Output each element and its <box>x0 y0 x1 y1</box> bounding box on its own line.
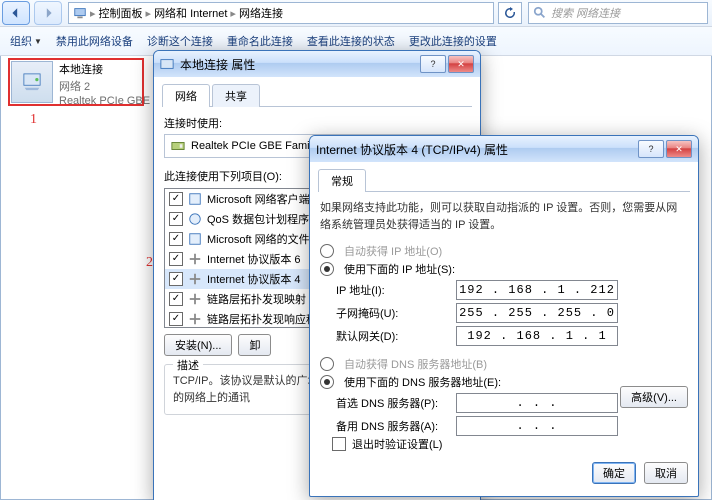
nav-forward-button[interactable] <box>34 1 62 25</box>
conn-title: 本地连接 <box>59 61 150 77</box>
ipv4-properties-window: Internet 协议版本 4 (TCP/IPv4) 属性 ? ✕ 常规 如果网… <box>309 135 699 497</box>
crumb-2[interactable]: 网络和 Internet <box>154 5 227 21</box>
ipv4-intro: 如果网络支持此功能，则可以获取自动指派的 IP 设置。否则，您需要从网络系统管理… <box>320 200 688 233</box>
nic-icon <box>171 139 185 153</box>
mask-label: 子网掩码(U): <box>336 305 456 321</box>
tb-organize[interactable]: 组织▼ <box>10 33 42 49</box>
breadcrumb[interactable]: ▸控制面板 ▸网络和 Internet ▸网络连接 <box>68 2 494 24</box>
ip-input[interactable]: 192 . 168 . 1 . 212 <box>456 280 618 300</box>
search-icon <box>533 6 547 20</box>
service-icon <box>188 232 202 246</box>
gw-label: 默认网关(D): <box>336 328 456 344</box>
connect-using-label: 连接时使用: <box>164 115 470 131</box>
gw-input[interactable]: 192 . 168 . 1 . 1 <box>456 326 618 346</box>
close-button[interactable]: ✕ <box>448 55 474 73</box>
protocol-icon <box>188 272 202 286</box>
protocol-icon <box>188 312 202 326</box>
conn-adapter: Realtek PCIe GBE <box>59 95 150 107</box>
uninstall-button[interactable]: 卸 <box>238 334 271 356</box>
desc-group-label: 描述 <box>173 357 203 373</box>
service-icon <box>188 212 202 226</box>
refresh-button[interactable] <box>498 2 522 24</box>
tb-disable[interactable]: 禁用此网络设备 <box>56 33 133 49</box>
client-icon <box>188 192 202 206</box>
computer-icon <box>73 6 87 20</box>
checkbox-icon <box>332 437 346 451</box>
ip-label: IP 地址(I): <box>336 282 456 298</box>
window-title: Internet 协议版本 4 (TCP/IPv4) 属性 <box>316 141 508 158</box>
dns2-label: 备用 DNS 服务器(A): <box>336 418 456 434</box>
crumb-3[interactable]: 网络连接 <box>239 5 283 21</box>
address-bar: ▸控制面板 ▸网络和 Internet ▸网络连接 搜索 网络连接 <box>0 0 712 27</box>
validate-on-exit-checkbox[interactable]: 退出时验证设置(L) <box>332 436 442 452</box>
window-title: 本地连接 属性 <box>180 56 255 73</box>
mask-input[interactable]: 255 . 255 . 255 . 0 <box>456 303 618 323</box>
cancel-button[interactable]: 取消 <box>644 462 688 484</box>
help-button[interactable]: ? <box>420 55 446 73</box>
conn-network: 网络 2 <box>59 78 150 94</box>
install-button[interactable]: 安装(N)... <box>164 334 232 356</box>
tb-rename[interactable]: 重命名此连接 <box>227 33 293 49</box>
dns2-input[interactable]: . . . <box>456 416 618 436</box>
radio-manual-ip[interactable]: 使用下面的 IP 地址(S): <box>320 261 688 277</box>
dns1-label: 首选 DNS 服务器(P): <box>336 395 456 411</box>
search-input[interactable]: 搜索 网络连接 <box>528 2 708 24</box>
checkbox-icon[interactable]: ✓ <box>169 192 183 206</box>
radio-auto-ip[interactable]: 自动获得 IP 地址(O) <box>320 243 688 259</box>
dns1-input[interactable]: . . . <box>456 393 618 413</box>
protocol-icon <box>188 292 202 306</box>
radio-auto-dns: 自动获得 DNS 服务器地址(B) <box>320 356 688 372</box>
help-button[interactable]: ? <box>638 140 664 158</box>
search-placeholder: 搜索 网络连接 <box>551 5 620 21</box>
tab-general[interactable]: 常规 <box>318 169 366 192</box>
ok-button[interactable]: 确定 <box>592 462 636 484</box>
crumb-1[interactable]: 控制面板 <box>99 5 143 21</box>
tab-network[interactable]: 网络 <box>162 84 210 107</box>
tb-diag[interactable]: 诊断这个连接 <box>147 33 213 49</box>
close-button[interactable]: ✕ <box>666 140 692 158</box>
connection-item[interactable]: 本地连接 网络 2 Realtek PCIe GBE <box>6 58 154 128</box>
advanced-button[interactable]: 高级(V)... <box>620 386 688 408</box>
tb-change[interactable]: 更改此连接的设置 <box>409 33 497 49</box>
tab-sharing[interactable]: 共享 <box>212 84 260 107</box>
nav-back-button[interactable] <box>2 1 30 25</box>
tb-status[interactable]: 查看此连接的状态 <box>307 33 395 49</box>
network-adapter-icon <box>11 61 53 103</box>
protocol-icon <box>188 252 202 266</box>
window-icon <box>160 57 174 71</box>
